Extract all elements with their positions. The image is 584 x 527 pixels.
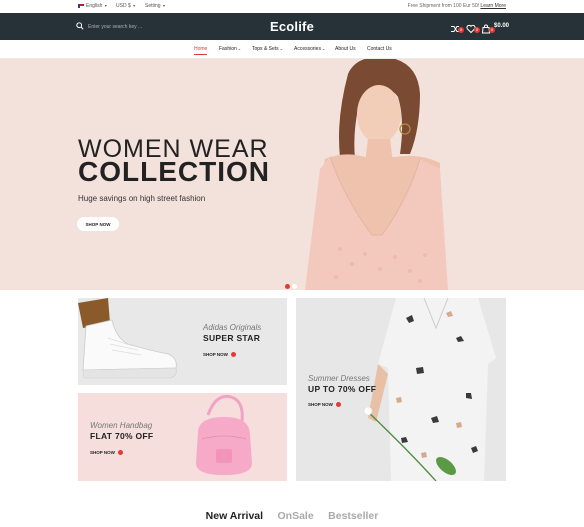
- nav-item-contact-us[interactable]: Contact Us: [367, 46, 392, 52]
- banner-adidas-subtitle: Adidas Originals: [203, 323, 262, 332]
- cart-total[interactable]: $0.00: [494, 23, 509, 29]
- logo-text[interactable]: Ecolife: [270, 19, 314, 34]
- compare-count-badge: 0: [458, 27, 464, 33]
- shop-now-label: SHOP NOW: [308, 402, 333, 407]
- shop-now-label: SHOP NOW: [90, 450, 115, 455]
- chevron-down-icon: ⌄: [237, 46, 242, 51]
- chevron-down-icon: ▾: [162, 3, 165, 8]
- promo-text: Free Shipment from 100 Eur 50/: [407, 3, 480, 9]
- chevron-down-icon: ▾: [104, 3, 107, 8]
- banner-summer-dresses[interactable]: Summer Dresses UP TO 70% OFF SHOP NOW: [296, 298, 506, 481]
- promo-message: Free Shipment from 100 Eur 50/ Learn Mor…: [408, 2, 506, 10]
- wishlist-count-badge: 0: [474, 27, 480, 33]
- language-selector[interactable]: English ▾: [78, 2, 107, 10]
- hero-subtitle: Huge savings on high street fashion: [78, 194, 206, 203]
- nav-item-home[interactable]: Home: [194, 46, 208, 55]
- tab-new-arrival[interactable]: New Arrival: [206, 510, 263, 522]
- nav-label: Tops & Sets: [252, 46, 279, 52]
- product-tabs: New Arrival OnSale Bestseller: [0, 506, 584, 524]
- chevron-down-icon: ▾: [133, 3, 136, 8]
- language-label: English: [86, 3, 103, 9]
- banner-handbag-title: FLAT 70% OFF: [90, 431, 154, 441]
- currency-selector[interactable]: USD $ ▾: [116, 2, 135, 10]
- nav-label: Accessories: [294, 46, 321, 52]
- hero-title-line2: COLLECTION: [78, 156, 270, 187]
- banner-handbag-shop-now[interactable]: SHOP NOW: [90, 450, 123, 456]
- setting-selector[interactable]: Setting ▾: [145, 2, 165, 10]
- hero-shop-now-button[interactable]: SHOP NOW: [77, 217, 119, 231]
- sneaker-image: [78, 298, 177, 379]
- hero-slider[interactable]: WOMEN WEAR COLLECTION Huge savings on hi…: [0, 59, 584, 290]
- nav-label: About Us: [335, 46, 356, 52]
- handbag-image: [196, 394, 252, 475]
- nav-item-fashion[interactable]: Fashion⌄: [219, 46, 241, 52]
- currency-label: USD $: [116, 3, 131, 9]
- slider-dot-2[interactable]: [292, 284, 297, 289]
- nav-item-tops-sets[interactable]: Tops & Sets⌄: [252, 46, 283, 52]
- banner-adidas-shop-now[interactable]: SHOP NOW: [203, 352, 236, 358]
- banner-summer-title: UP TO 70% OFF: [308, 384, 377, 394]
- arrow-circle-icon: [117, 450, 123, 456]
- learn-more-link[interactable]: Learn More: [480, 3, 506, 9]
- wishlist-button[interactable]: 0: [466, 21, 480, 34]
- tab-onsale[interactable]: OnSale: [278, 510, 314, 522]
- nav-label: Fashion: [219, 46, 237, 52]
- banner-adidas-title: SUPER STAR: [203, 333, 261, 343]
- banner-handbag-subtitle: Women Handbag: [90, 421, 153, 430]
- nav-item-accessories[interactable]: Accessories⌄: [294, 46, 325, 52]
- banner-summer-subtitle: Summer Dresses: [308, 374, 370, 383]
- arrow-circle-icon: [335, 402, 341, 408]
- setting-label: Setting: [145, 3, 161, 9]
- banner-summer-shop-now[interactable]: SHOP NOW: [308, 402, 341, 408]
- chevron-down-icon: ⌄: [279, 46, 284, 51]
- nav-label: Home: [194, 46, 208, 52]
- banner-adidas[interactable]: Adidas Originals SUPER STAR SHOP NOW: [78, 298, 287, 385]
- banner-handbag[interactable]: Women Handbag FLAT 70% OFF SHOP NOW: [78, 393, 287, 481]
- main-header: Ecolife 0 0 0 $0.00: [0, 13, 584, 40]
- main-navigation: Home Fashion⌄ Tops & Sets⌄ Accessories⌄ …: [0, 40, 584, 59]
- nav-item-about-us[interactable]: About Us: [335, 46, 356, 52]
- cart-button[interactable]: 0: [481, 21, 495, 34]
- us-flag-icon: [78, 3, 84, 8]
- top-utility-bar: English ▾ USD $ ▾ Setting ▾ Free Shipmen…: [0, 0, 584, 13]
- slider-pagination: [285, 276, 299, 290]
- slider-dot-1[interactable]: [285, 284, 290, 289]
- compare-button[interactable]: 0: [450, 21, 464, 33]
- nav-label: Contact Us: [367, 46, 392, 52]
- tab-bestseller[interactable]: Bestseller: [328, 510, 378, 522]
- shop-now-label: SHOP NOW: [203, 352, 228, 357]
- chevron-down-icon: ⌄: [321, 46, 326, 51]
- arrow-circle-icon: [230, 352, 236, 358]
